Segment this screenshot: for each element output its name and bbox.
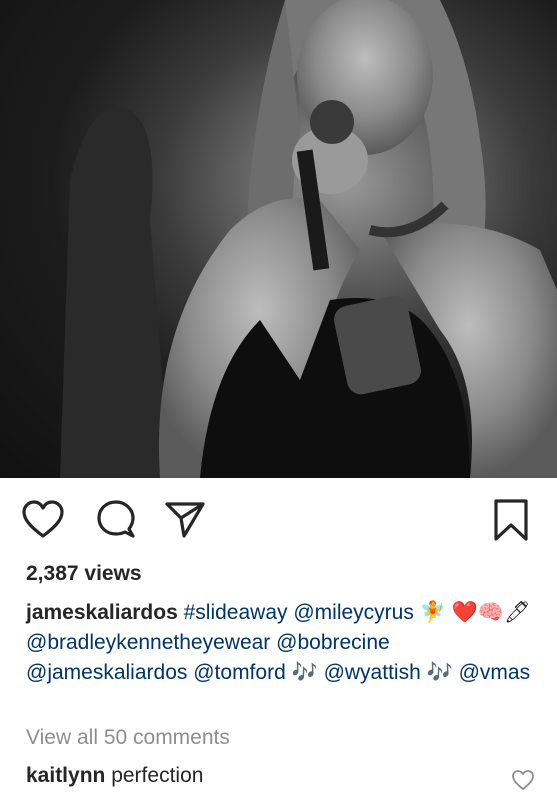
speech-bubble-icon: [97, 500, 135, 538]
paper-plane-icon: [165, 502, 205, 538]
caption-tag-link[interactable]: @jameskaliardos: [26, 661, 187, 684]
comment-like-button[interactable]: [511, 768, 535, 792]
bookmark-outline-icon: [494, 499, 528, 541]
caption-tag-link[interactable]: @bradleykennetheyewear: [26, 631, 270, 654]
share-button[interactable]: [162, 497, 208, 543]
caption-tag-link[interactable]: @mileycyrus: [293, 601, 414, 624]
post-caption: jameskaliardos #slideaway @mileycyrus 🧚 …: [26, 598, 536, 688]
caption-text: 🧚: [413, 601, 452, 624]
view-count[interactable]: 2,387 views: [26, 562, 142, 586]
like-button[interactable]: [20, 497, 66, 543]
caption-tag-link[interactable]: @bobrecine: [276, 631, 390, 654]
post-action-bar: [0, 497, 557, 545]
caption-tag-link[interactable]: #slideaway: [184, 601, 288, 624]
small-heart-icon: [512, 770, 534, 790]
heart-outline-icon: [22, 500, 64, 538]
caption-tag-link[interactable]: @vmas: [459, 661, 531, 684]
post-video-frame[interactable]: [0, 0, 557, 478]
caption-tag-link[interactable]: @tomford: [193, 661, 286, 684]
caption-text: ❤️🧠🖊: [451, 601, 531, 624]
save-button[interactable]: [488, 497, 534, 543]
caption-text: 🎶: [285, 661, 324, 684]
comment-item: kaitlynn perfection: [26, 764, 203, 788]
caption-tag-link[interactable]: @wyattish: [324, 661, 421, 684]
caption-text: 🎶: [420, 661, 459, 684]
caption-username[interactable]: jameskaliardos: [26, 601, 178, 624]
comment-text: perfection: [111, 764, 204, 787]
comment-button[interactable]: [93, 497, 139, 543]
view-all-comments-link[interactable]: View all 50 comments: [26, 726, 230, 750]
comment-username[interactable]: kaitlynn: [26, 764, 105, 787]
performer-image: [60, 0, 557, 478]
